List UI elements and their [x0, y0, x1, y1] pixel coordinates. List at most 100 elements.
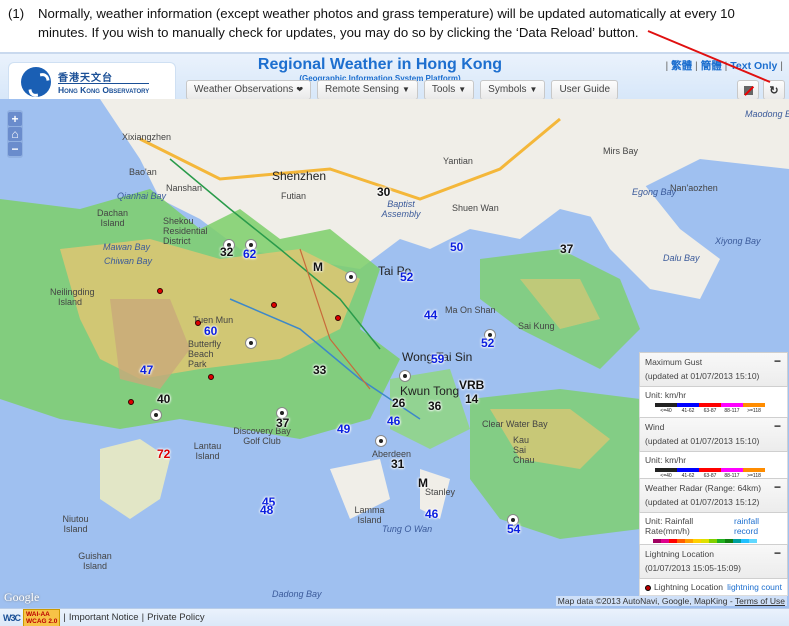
wind-reading[interactable]: 59 [431, 352, 444, 366]
place-label: Niutou Island [62, 514, 89, 534]
wind-reading[interactable]: 52 [400, 270, 413, 284]
place-label: Yantian [443, 156, 473, 166]
legend-toggle-button[interactable] [737, 80, 759, 100]
wind-reading[interactable]: 54 [507, 522, 520, 536]
collapse-icon[interactable]: − [774, 480, 781, 494]
important-notice-link[interactable]: Important Notice [69, 612, 139, 623]
place-label: Bao'an [129, 167, 157, 177]
wind-reading[interactable]: 14 [465, 392, 478, 406]
menu-weather-observations[interactable]: Weather Observations ❤ [186, 80, 312, 100]
wind-reading[interactable]: 26 [392, 396, 405, 410]
collapse-icon[interactable]: − [774, 354, 781, 368]
home-button[interactable]: ⌂ [8, 127, 22, 141]
webcam-icon[interactable] [245, 337, 257, 349]
wind-reading[interactable]: 47 [140, 363, 153, 377]
text-only-link[interactable]: Text Only [730, 60, 777, 72]
menu-label: Symbols [488, 84, 527, 95]
marker-m[interactable]: M [313, 260, 323, 274]
place-label: Shuen Wan [452, 203, 499, 213]
webcam-icon[interactable] [375, 435, 387, 447]
unit-label: Unit: km/hr [645, 390, 687, 400]
legend-lightning: Lightning Location (01/07/2013 15:05-15:… [639, 544, 788, 596]
menu-label: Tools [431, 84, 456, 95]
place-label: Tung O Wan [382, 524, 433, 534]
private-policy-link[interactable]: Private Policy [147, 612, 205, 623]
terms-of-use-link[interactable]: Terms of Use [735, 596, 785, 606]
wind-reading[interactable]: 33 [313, 363, 326, 377]
wind-reading[interactable]: 46 [425, 507, 438, 521]
data-reload-button[interactable]: ↻ [763, 80, 785, 100]
header: 香港天文台 Hong Kong Observatory Regional Wea… [0, 52, 789, 102]
wind-reading[interactable]: 60 [204, 324, 217, 338]
w3c-logo[interactable]: W3C [3, 613, 21, 623]
wind-reading[interactable]: 49 [337, 422, 350, 436]
wind-reading[interactable]: 46 [387, 414, 400, 428]
zoom-in-button[interactable]: + [8, 112, 22, 126]
wind-reading[interactable]: VRB [459, 378, 484, 392]
panel-updated: (updated at 01/07/2013 15:10) [645, 371, 760, 381]
place-label: Kwun Tong [400, 384, 460, 398]
panel-header[interactable]: Maximum Gust (updated at 01/07/2013 15:1… [639, 352, 788, 387]
wind-reading[interactable]: 30 [377, 185, 390, 199]
rainfall-record-link[interactable]: rainfall record [734, 516, 782, 536]
panel-title: Maximum Gust [645, 357, 703, 367]
scale-label: 63-87 [703, 408, 717, 414]
zoom-out-button[interactable]: − [8, 142, 22, 156]
collapse-icon[interactable]: − [774, 419, 781, 433]
place-label: Dadong Bay [272, 589, 322, 599]
lightning-marker [128, 399, 134, 405]
menu-symbols[interactable]: Symbols ▼ [480, 80, 546, 100]
wind-reading[interactable]: 50 [450, 240, 463, 254]
scale-swatch [699, 403, 721, 407]
place-label: Guishan Island [78, 551, 112, 571]
wind-reading[interactable]: 44 [424, 308, 437, 322]
wind-reading[interactable]: 32 [220, 245, 233, 259]
webcam-icon[interactable] [399, 370, 411, 382]
scale-swatch [655, 403, 677, 407]
wind-reading[interactable]: 72 [157, 447, 170, 461]
lightning-count-link[interactable]: lightning count [727, 582, 782, 592]
panel-header[interactable]: Wind (updated at 01/07/2013 15:10) − [639, 417, 788, 452]
footer: W3C WAI-AA WCAG 2.0 | Important Notice | … [0, 608, 789, 626]
wind-reading[interactable]: 31 [391, 457, 404, 471]
panel-header[interactable]: Lightning Location (01/07/2013 15:05-15:… [639, 544, 788, 579]
wind-scale [655, 468, 782, 472]
wind-reading[interactable]: 37 [276, 416, 289, 430]
scale-swatch [655, 468, 677, 472]
wind-reading[interactable]: 36 [428, 399, 441, 413]
hko-logo[interactable]: 香港天文台 Hong Kong Observatory [8, 62, 176, 102]
wind-reading[interactable]: 40 [157, 392, 170, 406]
place-label: Lamma Island [354, 505, 385, 525]
place-label: Clear Water Bay [482, 419, 548, 429]
marker-m[interactable]: M [418, 476, 428, 490]
place-label: Shekou Residential District [163, 216, 208, 246]
place-label: Butterfly Beach Park [188, 339, 222, 369]
lang-simplified-link[interactable]: 簡體 [701, 60, 722, 72]
collapse-icon[interactable]: − [774, 546, 781, 560]
scale-swatch [677, 468, 699, 472]
webcam-icon[interactable] [345, 271, 357, 283]
menu-remote-sensing[interactable]: Remote Sensing ▼ [317, 80, 418, 100]
map[interactable]: + ⌂ − Xixiangzhen Bao'an Nanshan Shenzhe… [0, 99, 789, 608]
place-label: Xixiangzhen [122, 132, 172, 142]
wind-reading[interactable]: 62 [243, 247, 256, 261]
wcag-badge[interactable]: WAI-AA WCAG 2.0 [23, 608, 61, 626]
menu-tools[interactable]: Tools ▼ [423, 80, 475, 100]
wind-reading[interactable]: 48 [260, 503, 273, 517]
legend-wind: Wind (updated at 01/07/2013 15:10) − Uni… [639, 417, 788, 483]
chevron-down-icon: ▼ [529, 85, 538, 94]
place-label: Ma On Shan [445, 305, 496, 315]
legend-max-gust: Maximum Gust (updated at 01/07/2013 15:1… [639, 352, 788, 418]
panel-header[interactable]: Weather Radar (Range: 64km) (updated at … [639, 478, 788, 513]
place-label: Chiwan Bay [104, 256, 153, 266]
main-menu: Weather Observations ❤ Remote Sensing ▼ To… [186, 80, 619, 100]
gust-scale [655, 403, 782, 407]
wind-reading[interactable]: 37 [560, 242, 573, 256]
scale-label: <=40 [660, 408, 672, 414]
lang-traditional-link[interactable]: 繁體 [671, 60, 692, 72]
wind-reading[interactable]: 52 [481, 336, 494, 350]
webcam-icon[interactable] [150, 409, 162, 421]
unit-label: Unit: km/hr [645, 455, 687, 465]
chevron-down-icon: ❤ [296, 85, 304, 94]
menu-user-guide[interactable]: User Guide [551, 80, 619, 100]
